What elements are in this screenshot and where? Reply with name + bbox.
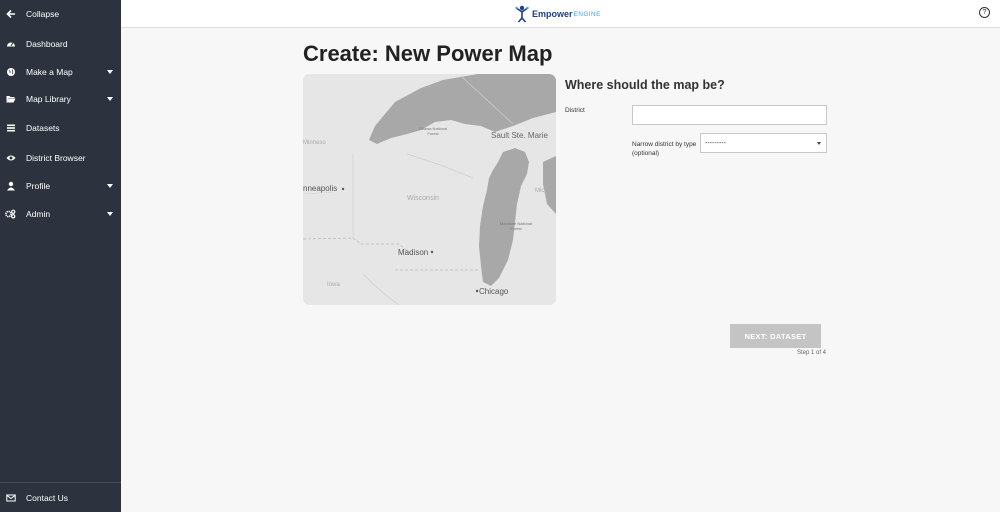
narrow-district-label: Narrow district by type (optional) xyxy=(632,141,697,157)
map-label-madison: Madison xyxy=(398,248,428,257)
dashboard-icon xyxy=(5,38,16,49)
logo-mark-icon xyxy=(515,5,529,23)
district-type-selected: --------- xyxy=(705,140,726,147)
top-bar: Empower ENGINE ? xyxy=(121,0,1000,28)
folder-open-icon xyxy=(5,93,16,104)
chevron-down-icon xyxy=(107,184,113,188)
envelope-icon xyxy=(5,492,16,503)
sidebar-item-label: Contact Us xyxy=(26,493,69,503)
sidebar-item-label: Collapse xyxy=(26,9,60,19)
sidebar-item-make-a-map[interactable]: Make a Map xyxy=(0,62,121,82)
sidebar-item-map-library[interactable]: Map Library xyxy=(0,89,121,109)
form-heading: Where should the map be? xyxy=(565,78,725,92)
district-type-select[interactable]: --------- xyxy=(700,133,827,153)
map-canvas[interactable]: Ottawa National Forest Sault Ste. Marie … xyxy=(303,74,556,305)
map-label-ottawa-forest: Forest xyxy=(427,131,439,136)
user-icon xyxy=(5,180,16,191)
map-label-michigan: Michig xyxy=(535,188,552,194)
sidebar-item-label: Dashboard xyxy=(26,39,68,49)
sidebar-item-profile[interactable]: Profile xyxy=(0,176,121,196)
globe-icon xyxy=(5,66,16,77)
gears-icon xyxy=(5,208,16,219)
map-label-sault: Sault Ste. Marie xyxy=(491,131,548,140)
sidebar-footer: Contact Us xyxy=(0,482,121,512)
sidebar-item-district-browser[interactable]: District Browser xyxy=(0,148,121,168)
sidebar-item-collapse[interactable]: Collapse xyxy=(0,4,121,24)
chevron-down-icon xyxy=(107,212,113,216)
next-dataset-button[interactable]: NEXT: DATASET xyxy=(730,324,821,348)
map-label-iowa: Iowa xyxy=(327,282,340,288)
chevron-down-icon xyxy=(107,97,113,101)
help-icon[interactable]: ? xyxy=(979,7,990,18)
logo-subtext: ENGINE xyxy=(573,10,601,18)
map-label-wisconsin: Wisconsin xyxy=(407,195,439,202)
caret-down-icon xyxy=(817,142,821,145)
district-label: District xyxy=(565,107,585,114)
arrow-left-icon xyxy=(5,8,16,19)
sidebar-item-label: Datasets xyxy=(26,123,60,133)
map-label-minnesota: Minneso xyxy=(303,140,326,146)
sidebar-item-label: Make a Map xyxy=(26,67,73,77)
page-title: Create: New Power Map xyxy=(303,41,553,66)
district-input[interactable] xyxy=(632,105,827,125)
sidebar-item-dashboard[interactable]: Dashboard xyxy=(0,34,121,54)
sidebar-item-contact-us[interactable]: Contact Us xyxy=(0,488,121,508)
sidebar-item-label: District Browser xyxy=(26,153,86,163)
sidebar: Collapse Dashboard Make a Map Map Librar… xyxy=(0,0,121,512)
map-label-minneapolis: nneapolis xyxy=(303,184,337,193)
map-label-manistee-forest: Forest xyxy=(510,226,522,231)
logo-text: Empower xyxy=(532,9,573,19)
step-indicator: Step 1 of 4 xyxy=(796,350,826,356)
sidebar-item-label: Map Library xyxy=(26,94,71,104)
map-preview[interactable]: Ottawa National Forest Sault Ste. Marie … xyxy=(303,74,556,305)
app-logo[interactable]: Empower ENGINE xyxy=(514,4,601,24)
map-label-chicago: Chicago xyxy=(479,287,509,296)
chevron-down-icon xyxy=(107,70,113,74)
sidebar-item-label: Admin xyxy=(26,209,51,219)
sidebar-item-datasets[interactable]: Datasets xyxy=(0,118,121,138)
sidebar-item-admin[interactable]: Admin xyxy=(0,204,121,224)
eye-icon xyxy=(5,152,16,163)
sidebar-item-label: Profile xyxy=(26,181,51,191)
list-icon xyxy=(5,122,16,133)
